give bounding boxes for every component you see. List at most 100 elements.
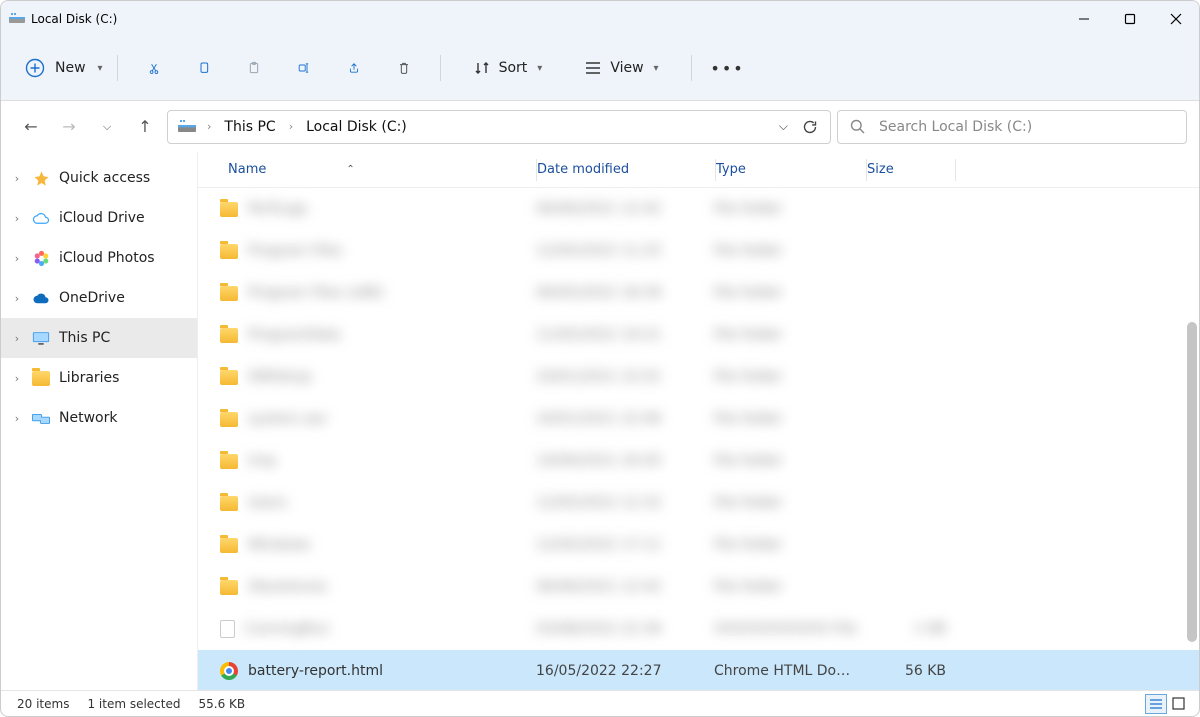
breadcrumb-separator: › xyxy=(204,120,214,133)
thumbnails-view-button[interactable] xyxy=(1167,694,1189,714)
breadcrumb-current[interactable]: Local Disk (C:) xyxy=(304,117,409,137)
file-date: 06/06/2021 12:42 xyxy=(536,201,662,217)
file-name: system.sav xyxy=(248,411,327,427)
view-button[interactable]: View ▾ xyxy=(576,54,666,82)
table-row[interactable]: Program Files (x86)06/05/2022 18:39File … xyxy=(198,272,1199,314)
cut-button[interactable] xyxy=(142,56,166,80)
sidebar-item-network[interactable]: › Network xyxy=(1,398,197,438)
recent-button[interactable]: ⌵ xyxy=(91,111,123,143)
file-list[interactable]: PerfLogs06/06/2021 12:42File folderProgr… xyxy=(198,188,1199,690)
file-type: File folder xyxy=(714,453,783,469)
sidebar-item-this-pc[interactable]: › This PC xyxy=(1,318,197,358)
table-row[interactable]: Users12/05/2022 12:32File folder xyxy=(198,482,1199,524)
sidebar-item-icloud-drive[interactable]: › iCloud Drive xyxy=(1,198,197,238)
folder-icon xyxy=(220,370,238,385)
file-size: 1 KB xyxy=(914,621,946,637)
file-date: 06/05/2022 18:39 xyxy=(536,285,662,301)
chevron-down-icon: ▾ xyxy=(654,63,659,74)
status-selection: 1 item selected xyxy=(87,697,180,711)
table-row[interactable]: PerfLogs06/06/2021 12:42File folder xyxy=(198,188,1199,230)
column-headers: Name⌃ Date modified Type Size xyxy=(198,152,1199,188)
sidebar-label: OneDrive xyxy=(59,290,125,306)
window-controls xyxy=(1061,1,1199,37)
column-divider[interactable] xyxy=(955,159,956,181)
up-button[interactable]: ↑ xyxy=(129,111,161,143)
sidebar-item-quick-access[interactable]: › Quick access xyxy=(1,158,197,198)
scrollbar[interactable] xyxy=(1187,322,1197,642)
forward-button[interactable]: → xyxy=(53,111,85,143)
sidebar-item-onedrive[interactable]: › OneDrive xyxy=(1,278,197,318)
refresh-button[interactable] xyxy=(802,119,818,135)
file-date: 24/01/2021 22:01 xyxy=(536,369,662,385)
copy-button[interactable] xyxy=(192,56,216,80)
back-button[interactable]: ← xyxy=(15,111,47,143)
scrollbar-thumb[interactable] xyxy=(1187,322,1197,642)
file-type: File folder xyxy=(714,579,783,595)
file-name: Users xyxy=(248,495,287,511)
table-row[interactable]: Xbootemes06/06/2021 12:42File folder xyxy=(198,566,1199,608)
paste-button[interactable] xyxy=(242,56,266,80)
folder-icon xyxy=(220,328,238,343)
new-label: New xyxy=(55,60,86,76)
breadcrumb-this-pc[interactable]: This PC xyxy=(222,117,277,137)
table-row[interactable]: ConningRun03/08/2022 22:36XXXXXXXXXXXX F… xyxy=(198,608,1199,650)
column-type[interactable]: Type xyxy=(716,162,866,177)
sidebar-item-icloud-photos[interactable]: › iCloud Photos xyxy=(1,238,197,278)
folder-icon xyxy=(220,454,238,469)
close-button[interactable] xyxy=(1153,1,1199,37)
expand-icon[interactable]: › xyxy=(11,172,23,185)
status-item-count: 20 items xyxy=(17,697,69,711)
table-row[interactable]: tmp14/06/2021 20:05File folder xyxy=(198,440,1199,482)
table-row[interactable]: system.sav 24/01/2021 22:06 File folder xyxy=(198,398,1199,440)
file-date: 12/05/2022 11:25 xyxy=(536,243,662,259)
sidebar-label: iCloud Drive xyxy=(59,210,145,226)
expand-icon[interactable]: › xyxy=(11,332,23,345)
delete-button[interactable] xyxy=(392,56,416,80)
toolbar: New ▾ Sort ▾ View ▾ ••• xyxy=(1,37,1199,101)
maximize-button[interactable] xyxy=(1107,1,1153,37)
file-type: File folder xyxy=(714,201,783,217)
search-box[interactable] xyxy=(837,110,1187,144)
table-row[interactable]: Program Files 12/05/2022 11:25 File folder xyxy=(198,230,1199,272)
table-row-selected[interactable]: battery-report.html16/05/2022 22:27Chrom… xyxy=(198,650,1199,690)
expand-icon[interactable]: › xyxy=(11,292,23,305)
column-name[interactable]: Name⌃ xyxy=(228,162,536,177)
share-button[interactable] xyxy=(342,56,366,80)
network-icon xyxy=(32,409,50,427)
chevron-down-icon: ▾ xyxy=(537,63,542,74)
file-date: 12/05/2022 17:11 xyxy=(536,537,662,553)
folder-icon xyxy=(220,244,238,259)
navigation-pane[interactable]: › Quick access › iCloud Drive › iCloud P… xyxy=(1,152,198,690)
new-button[interactable]: New ▾ xyxy=(15,52,113,84)
address-bar[interactable]: › This PC › Local Disk (C:) ⌵ xyxy=(167,110,831,144)
file-icon xyxy=(220,620,235,638)
sidebar-label: Libraries xyxy=(59,370,119,386)
address-dropdown-button[interactable]: ⌵ xyxy=(779,119,788,134)
expand-icon[interactable]: › xyxy=(11,412,23,425)
file-date: 24/01/2021 22:06 xyxy=(536,411,662,427)
file-date: 11/05/2022 19:21 xyxy=(536,327,662,343)
file-name: Program Files xyxy=(248,243,342,259)
titlebar: Local Disk (C:) xyxy=(1,1,1199,37)
search-input[interactable] xyxy=(877,118,1174,136)
table-row[interactable]: ProgramData11/05/2022 19:21File folder xyxy=(198,314,1199,356)
table-row[interactable]: Windows12/05/2022 17:11File folder xyxy=(198,524,1199,566)
column-date[interactable]: Date modified xyxy=(537,162,715,177)
expand-icon[interactable]: › xyxy=(11,372,23,385)
more-button[interactable]: ••• xyxy=(716,56,740,80)
sidebar-item-libraries[interactable]: › Libraries xyxy=(1,358,197,398)
sort-label: Sort xyxy=(499,60,528,76)
star-icon xyxy=(32,169,50,187)
file-type: File folder xyxy=(714,411,783,427)
column-size[interactable]: Size xyxy=(867,162,955,177)
details-view-button[interactable] xyxy=(1145,694,1167,714)
folder-icon xyxy=(220,202,238,217)
minimize-button[interactable] xyxy=(1061,1,1107,37)
expand-icon[interactable]: › xyxy=(11,212,23,225)
table-row[interactable]: SWSetup24/01/2021 22:01File folder xyxy=(198,356,1199,398)
rename-button[interactable] xyxy=(292,56,316,80)
view-icon xyxy=(584,61,602,75)
sort-button[interactable]: Sort ▾ xyxy=(465,54,551,82)
file-type: File folder xyxy=(714,243,783,259)
expand-icon[interactable]: › xyxy=(11,252,23,265)
